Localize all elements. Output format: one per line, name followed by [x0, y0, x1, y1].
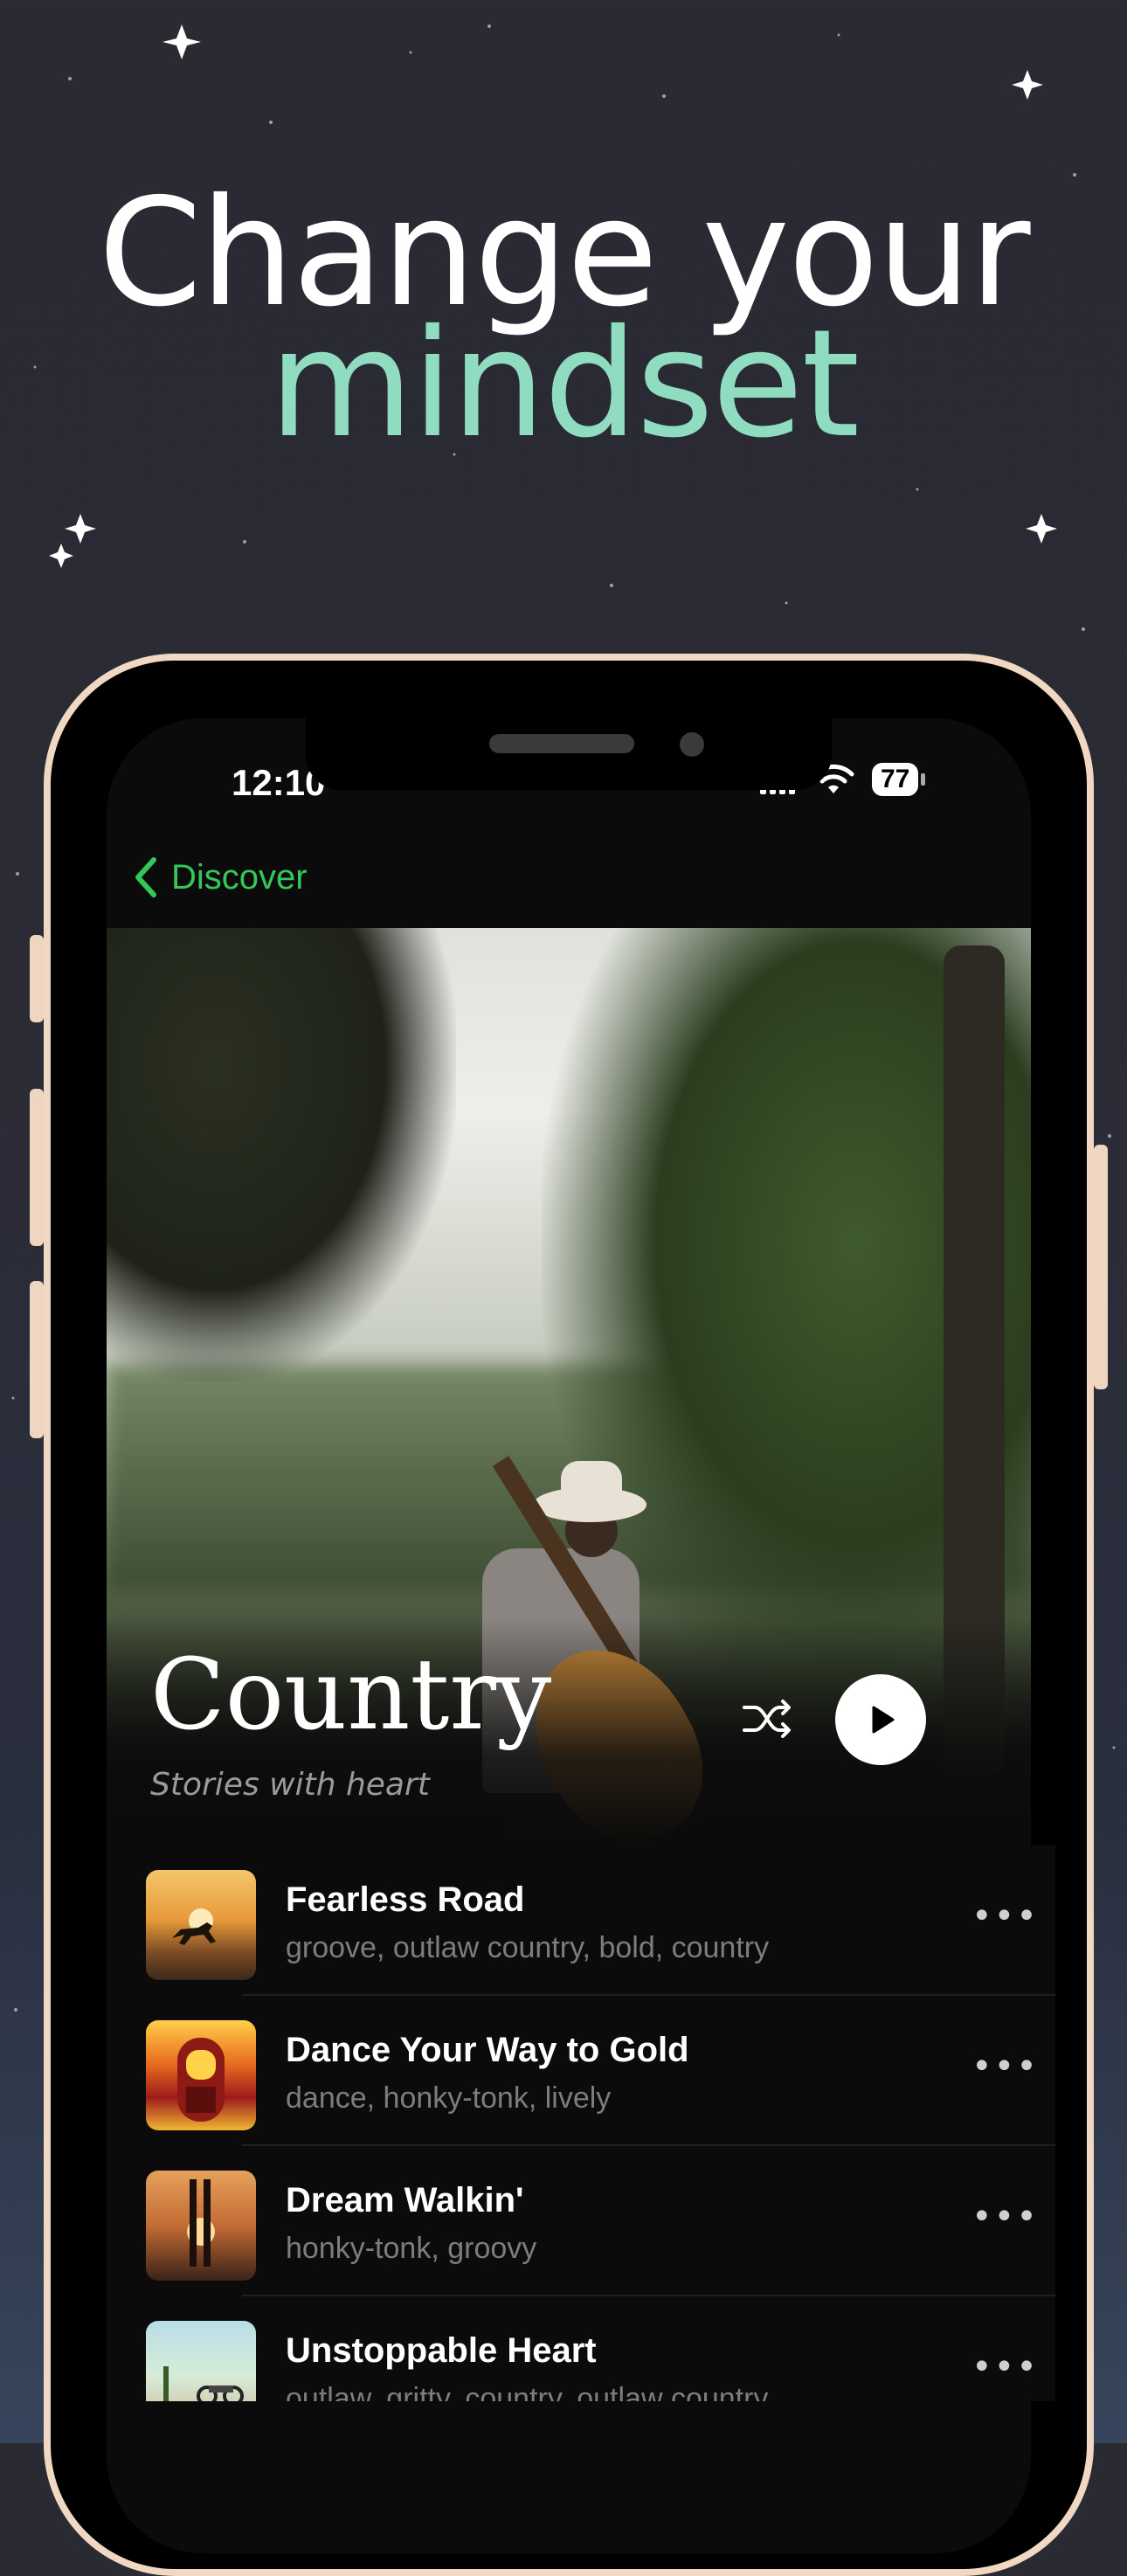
headline: Change your mindset — [0, 179, 1127, 459]
track-list: Fearless Road groove, outlaw country, bo… — [107, 1845, 1055, 2401]
track-tags: groove, outlaw country, bold, country — [286, 1931, 770, 1964]
sparkle-icon — [49, 544, 73, 568]
shuffle-button[interactable] — [741, 1697, 793, 1741]
track-tags: dance, honky-tonk, lively — [286, 2081, 612, 2115]
sparkle-icon — [1026, 514, 1057, 544]
front-camera — [680, 732, 704, 757]
more-icon[interactable]: ••• — [971, 2046, 1039, 2087]
sparkle-icon — [1012, 70, 1043, 100]
genre-title: Country — [150, 1638, 552, 1752]
sparkle-icon — [65, 514, 96, 544]
track-title: Dance Your Way to Gold — [286, 2031, 689, 2069]
chevron-left-icon — [135, 857, 156, 897]
back-button[interactable]: Discover — [133, 856, 308, 898]
track-title: Unstoppable Heart — [286, 2331, 597, 2370]
sparkle-icon — [162, 24, 201, 59]
track-title: Dream Walkin' — [286, 2181, 524, 2219]
track-row[interactable]: Unstoppable Heart outlaw, gritty, countr… — [107, 2296, 1055, 2401]
volume-down-button — [30, 1281, 44, 1438]
track-artwork — [146, 2321, 256, 2401]
notch — [306, 717, 832, 790]
track-tags: honky-tonk, groovy — [286, 2232, 537, 2265]
more-icon[interactable]: ••• — [971, 2197, 1039, 2237]
track-row[interactable]: Fearless Road groove, outlaw country, bo… — [107, 1845, 1055, 1996]
track-row[interactable]: Dream Walkin' honky-tonk, groovy ••• — [107, 2146, 1055, 2296]
play-button[interactable] — [835, 1674, 926, 1765]
power-button — [1094, 1145, 1108, 1389]
battery-indicator: 77 — [872, 763, 926, 796]
mute-switch — [30, 935, 44, 1022]
track-artwork — [146, 1870, 256, 1980]
speaker-grille — [489, 734, 634, 753]
play-icon — [872, 1706, 895, 1734]
track-title: Fearless Road — [286, 1880, 525, 1919]
shuffle-icon — [743, 1700, 791, 1738]
genre-subtitle: Stories with heart — [150, 1767, 430, 1803]
track-artwork — [146, 2020, 256, 2130]
track-row[interactable]: Dance Your Way to Gold dance, honky-tonk… — [107, 1996, 1055, 2146]
back-label: Discover — [171, 857, 308, 897]
track-artwork — [146, 2171, 256, 2281]
more-icon[interactable]: ••• — [971, 2347, 1039, 2387]
more-icon[interactable]: ••• — [971, 1896, 1039, 1936]
track-tags: outlaw, gritty, country, outlaw country — [286, 2382, 769, 2401]
volume-up-button — [30, 1089, 44, 1246]
